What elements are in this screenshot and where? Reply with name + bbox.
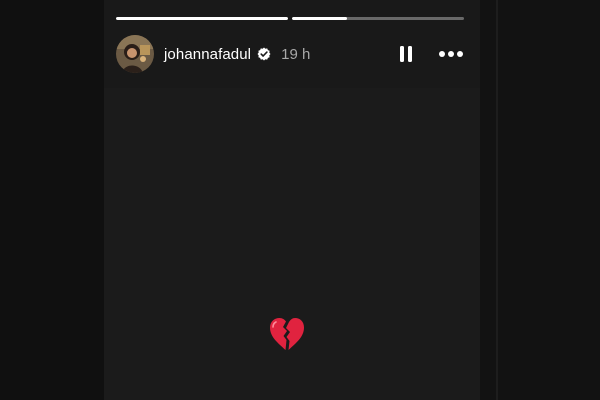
more-options-icon — [439, 51, 463, 57]
username[interactable]: johannafadul — [164, 46, 251, 63]
left-background — [0, 0, 104, 400]
right-background — [480, 0, 600, 400]
progress-fill — [116, 17, 288, 20]
right-divider — [496, 0, 498, 400]
progress-fill — [292, 17, 348, 20]
story-frame[interactable]: johannafadul 19 h — [104, 0, 480, 400]
story-viewer: johannafadul 19 h — [0, 0, 600, 400]
pause-icon — [400, 46, 412, 62]
progress-segment — [292, 17, 464, 20]
timestamp: 19 h — [281, 45, 311, 63]
more-options-button[interactable] — [438, 42, 464, 66]
progress-segment — [116, 17, 288, 20]
story-progress — [116, 17, 464, 20]
story-header: johannafadul 19 h — [116, 34, 468, 74]
pause-button[interactable] — [396, 42, 416, 66]
verified-badge-icon — [257, 47, 271, 61]
avatar[interactable] — [116, 35, 154, 73]
broken-heart-icon — [268, 316, 306, 352]
